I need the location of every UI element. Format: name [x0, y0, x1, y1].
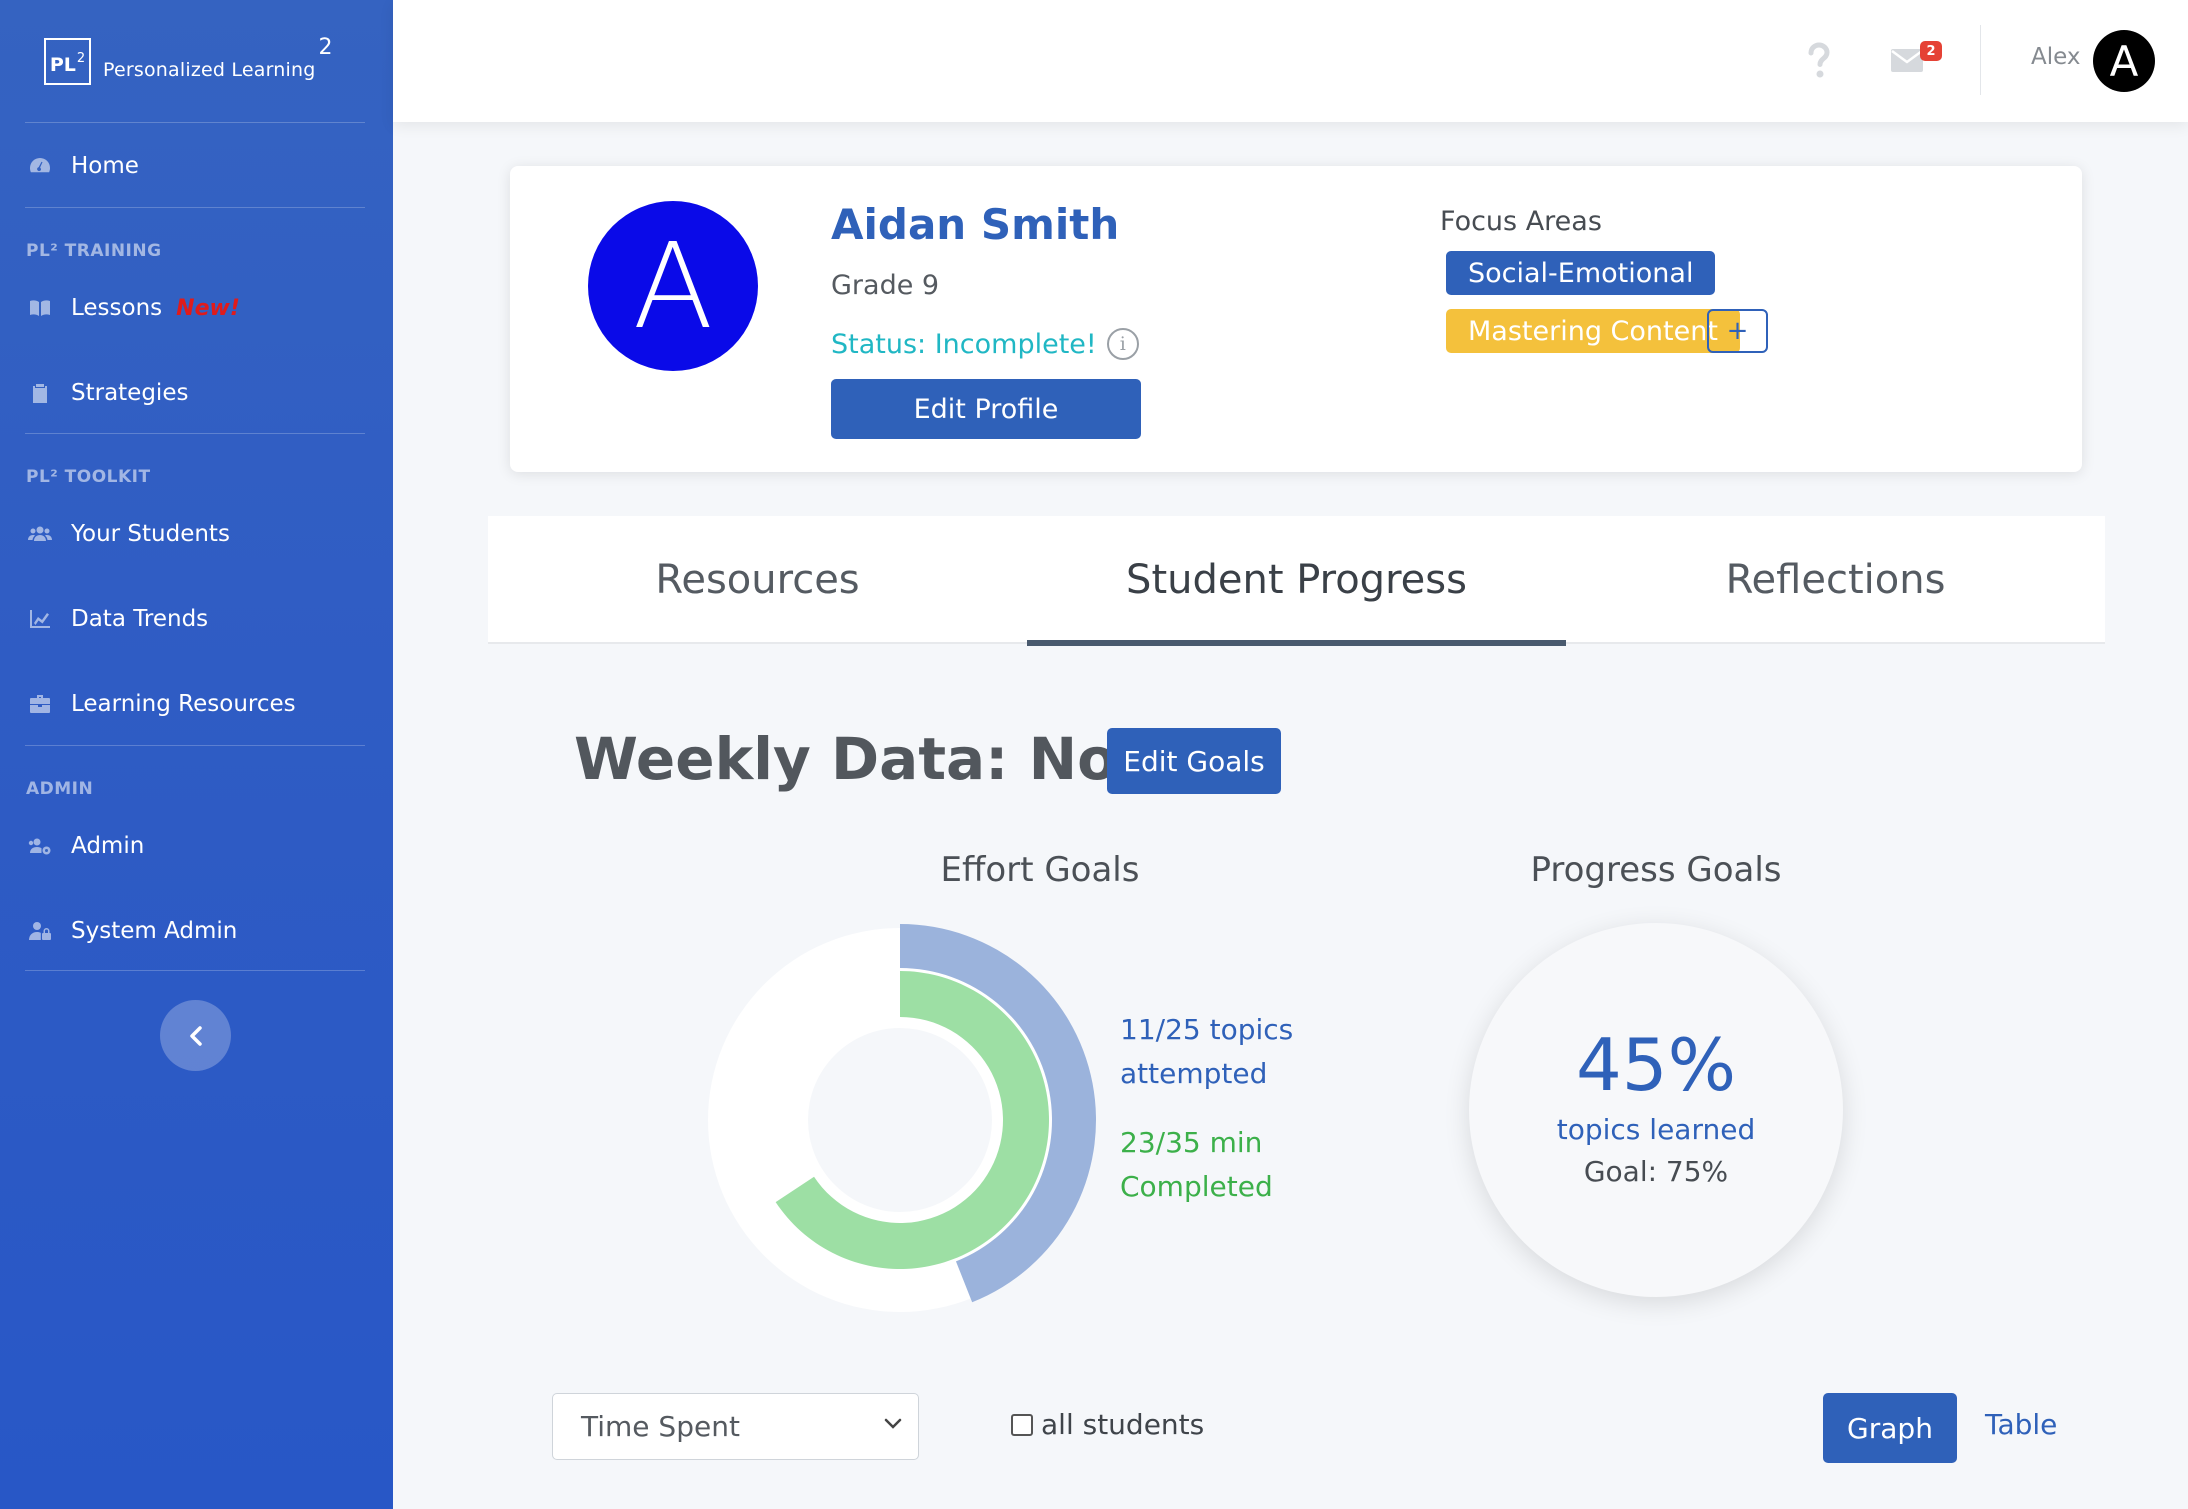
donut-hole: [808, 1028, 992, 1212]
tab-student-progress[interactable]: Student Progress: [1027, 516, 1566, 646]
status-text: Status: Incomplete!: [831, 328, 1097, 360]
sidebar-item-strategies[interactable]: Strategies: [25, 373, 188, 413]
topics-attempted-label: 11/25 topics attempted: [1120, 1008, 1293, 1096]
info-icon[interactable]: i: [1106, 328, 1139, 360]
sidebar-item-label: Home: [71, 153, 139, 179]
user-avatar[interactable]: A: [2093, 30, 2155, 92]
sidebar-divider: [25, 433, 365, 434]
sidebar-item-label: Data Trends: [71, 606, 209, 632]
sidebar-divider: [25, 207, 365, 208]
minutes-completed-caption: Completed: [1120, 1170, 1273, 1203]
dashboard-icon: [25, 153, 55, 179]
sidebar-item-label: Lessons: [71, 295, 163, 321]
book-icon: [25, 295, 55, 321]
clipboard-icon: [25, 380, 55, 406]
section-label-toolkit: PL² TOOLKIT: [26, 467, 151, 487]
tab-reflections[interactable]: Reflections: [1566, 516, 2105, 644]
effort-goals-title: Effort Goals: [940, 850, 1140, 890]
section-label-admin: ADMIN: [26, 779, 94, 799]
progress-goals-title: Progress Goals: [1530, 850, 1782, 890]
table-view-button[interactable]: Table: [1985, 1408, 2057, 1441]
sidebar-item-admin[interactable]: Admin: [25, 826, 144, 866]
tab-resources[interactable]: Resources: [488, 516, 1027, 644]
user-name[interactable]: Alex: [2031, 44, 2080, 70]
sidebar-item-label: Learning Resources: [71, 691, 296, 717]
sidebar-item-learning-resources[interactable]: Learning Resources: [25, 684, 296, 724]
progress-caption: topics learned: [1556, 1113, 1756, 1146]
minutes-completed-label: 23/35 min Completed: [1120, 1121, 1273, 1209]
progress-percent: 45%: [1575, 1023, 1737, 1107]
user-lock-icon: [25, 918, 55, 944]
progress-goal-text: Goal: 75%: [1583, 1155, 1729, 1188]
student-status: Status: Incomplete! i: [831, 328, 1139, 360]
student-grade: Grade 9: [831, 270, 940, 301]
graph-view-button[interactable]: Graph: [1823, 1393, 1957, 1463]
sidebar-item-label: Strategies: [71, 380, 189, 406]
focus-tag-mastering-content[interactable]: Mastering Content: [1446, 309, 1740, 353]
users-cog-icon: [25, 833, 55, 859]
add-focus-area-button[interactable]: +: [1707, 309, 1768, 353]
sidebar-item-your-students[interactable]: Your Students: [25, 514, 230, 554]
sidebar-item-label: Your Students: [71, 521, 230, 547]
chevron-down-icon: [884, 1418, 902, 1429]
edit-profile-button[interactable]: Edit Profile: [831, 379, 1141, 439]
effort-goals-donut-chart: [708, 924, 1096, 1312]
sidebar-divider: [25, 122, 365, 123]
sidebar-item-label: Admin: [71, 833, 145, 859]
focus-areas-label: Focus Areas: [1440, 206, 1602, 237]
chart-icon: [25, 606, 55, 632]
topics-attempted-caption: attempted: [1120, 1057, 1268, 1090]
all-students-checkbox[interactable]: [1011, 1413, 1033, 1436]
progress-goals-circle: 45% topics learned Goal: 75%: [1469, 923, 1843, 1297]
student-avatar: A: [588, 201, 758, 371]
mail-icon[interactable]: [1890, 46, 1924, 74]
users-icon: [25, 521, 55, 547]
topbar-divider: [1980, 25, 1981, 95]
help-icon[interactable]: [1802, 40, 1836, 80]
sidebar-collapse-button[interactable]: [160, 1000, 231, 1071]
sidebar: PL 2 Personalized Learning 2 Home PL² TRA…: [0, 0, 393, 1509]
logo-text: PL: [49, 53, 76, 76]
brand-name-sup: 2: [318, 34, 333, 60]
sidebar-divider: [25, 970, 365, 971]
sidebar-item-label: System Admin: [71, 918, 238, 944]
brand-logo[interactable]: PL 2 Personalized Learning 2: [44, 34, 333, 86]
sidebar-item-system-admin[interactable]: System Admin: [25, 911, 237, 951]
minutes-completed-value: 23/35 min: [1120, 1126, 1263, 1159]
sidebar-item-data-trends[interactable]: Data Trends: [25, 599, 208, 639]
focus-tag-social-emotional[interactable]: Social-Emotional: [1446, 251, 1716, 295]
student-name: Aidan Smith: [831, 200, 1120, 249]
metric-select[interactable]: Time Spent: [552, 1393, 919, 1460]
logo-box: PL 2: [44, 37, 91, 85]
topbar: 2 Alex A: [393, 0, 2188, 122]
chevron-left-icon: [189, 1025, 202, 1046]
all-students-toggle[interactable]: all students: [1011, 1408, 1204, 1441]
sidebar-divider: [25, 745, 365, 746]
logo-sup: 2: [76, 50, 86, 66]
new-badge: New!: [176, 295, 240, 321]
section-label-training: PL² TRAINING: [26, 241, 162, 261]
edit-goals-button[interactable]: Edit Goals: [1107, 728, 1281, 794]
toolbox-icon: [25, 691, 55, 717]
student-profile-card: A Aidan Smith Grade 9 Status: Incomplete…: [510, 166, 2082, 472]
sidebar-item-home[interactable]: Home: [25, 146, 139, 186]
metric-select-value: Time Spent: [581, 1410, 740, 1443]
mail-count-badge: 2: [1920, 41, 1942, 61]
brand-name: Personalized Learning: [103, 59, 316, 81]
sidebar-item-lessons[interactable]: Lessons New!: [25, 288, 240, 328]
tab-bar: Resources Student Progress Reflections: [488, 516, 2105, 646]
topics-attempted-value: 11/25 topics: [1120, 1013, 1294, 1046]
all-students-label: all students: [1041, 1408, 1205, 1441]
